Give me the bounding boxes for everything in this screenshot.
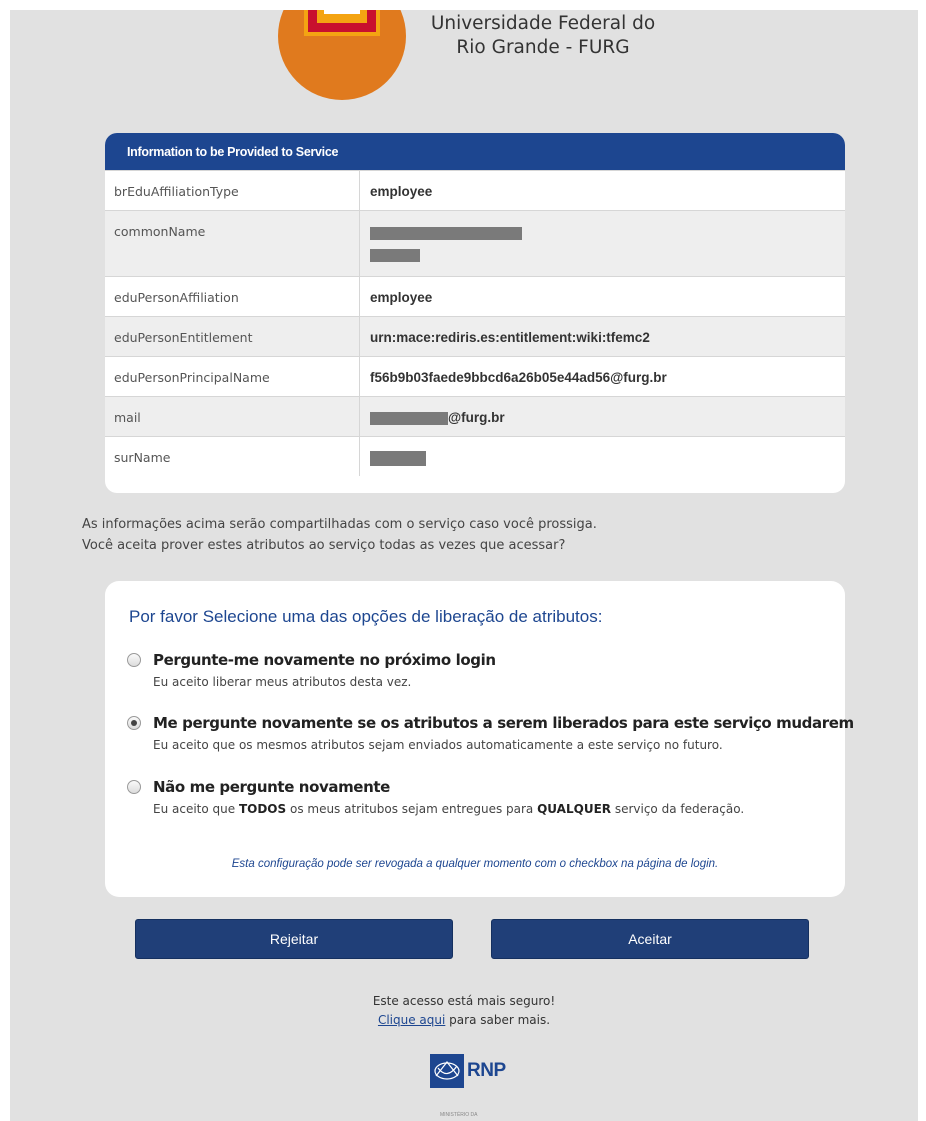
reject-button[interactable]: Rejeitar	[135, 919, 453, 959]
redaction-bar	[370, 411, 448, 425]
university-name-line1: Universidade Federal do	[430, 13, 656, 34]
footer: Este acesso está mais seguro! Clique aqu…	[10, 992, 918, 1030]
option-label[interactable]: Não me pergunte novamente	[153, 778, 390, 796]
attribute-name: eduPersonPrincipalName	[105, 357, 360, 396]
attribute-table-title: Information to be Provided to Service	[105, 133, 845, 170]
attribute-name: commonName	[105, 211, 360, 276]
revoke-note: Esta configuração pode ser revogada a qu…	[231, 858, 719, 870]
consent-page: Universidade Federal do Rio Grande - FUR…	[10, 10, 918, 1121]
option-label[interactable]: Me pergunte novamente se os atributos a …	[153, 714, 854, 732]
attribute-value: f56b9b03faede9bbcd6a26b05e44ad56@furg.br	[370, 370, 667, 385]
radio-button[interactable]	[127, 653, 141, 667]
table-row: mail @furg.br	[105, 396, 845, 436]
university-name: Universidade Federal do Rio Grande - FUR…	[406, 12, 680, 60]
mail-domain: @furg.br	[448, 410, 505, 425]
table-row: eduPersonAffiliation employee	[105, 276, 845, 316]
options-title: Por favor Selecione uma das opções de li…	[129, 607, 603, 626]
option-description: Eu aceito que os mesmos atributos sejam …	[153, 738, 723, 752]
rnp-emblem-icon	[430, 1054, 464, 1088]
learn-more-link[interactable]: Clique aqui	[378, 1013, 445, 1027]
table-row: commonName	[105, 210, 845, 276]
redaction-bar	[370, 450, 426, 466]
attribute-value-redacted	[360, 437, 845, 476]
attribute-value: employee	[370, 184, 433, 199]
table-row: eduPersonEntitlement urn:mace:rediris.es…	[105, 316, 845, 356]
learn-more-line: Clique aqui para saber mais.	[377, 1013, 551, 1027]
attribute-value: employee	[370, 290, 433, 305]
attribute-name: surName	[105, 437, 360, 476]
info-line-2: Você aceita prover estes atributos ao se…	[82, 538, 566, 553]
university-name-line2: Rio Grande - FURG	[456, 37, 630, 58]
ministry-text: MINISTÉRIO DA	[440, 1112, 478, 1118]
accept-button[interactable]: Aceitar	[491, 919, 809, 959]
table-row: brEduAffiliationType employee	[105, 170, 845, 210]
option-description: Eu aceito liberar meus atributos desta v…	[153, 675, 412, 689]
info-text: As informações acima serão compartilhada…	[82, 514, 597, 556]
rnp-logo: RNP	[430, 1054, 506, 1088]
furg-logo	[278, 10, 406, 100]
attribute-value: @furg.br	[360, 397, 845, 436]
info-line-1: As informações acima serão compartilhada…	[82, 517, 597, 532]
attribute-name: eduPersonAffiliation	[105, 277, 360, 316]
attribute-value: urn:mace:rediris.es:entitlement:wiki:tfe…	[370, 330, 650, 345]
attribute-value-redacted	[360, 211, 845, 276]
radio-button-selected[interactable]	[127, 716, 141, 730]
redaction-bar	[370, 249, 420, 262]
release-options-panel: Por favor Selecione uma das opções de li…	[105, 581, 854, 897]
option-label[interactable]: Pergunte-me novamente no próximo login	[153, 651, 496, 669]
table-row: eduPersonPrincipalName f56b9b03faede9bbc…	[105, 356, 845, 396]
option-description: Eu aceito que TODOS os meus atritubos se…	[153, 802, 745, 816]
secure-text: Este acesso está mais seguro!	[372, 994, 556, 1008]
table-row: surName	[105, 436, 845, 476]
radio-button[interactable]	[127, 780, 141, 794]
attribute-table: Information to be Provided to Service br…	[105, 133, 845, 493]
rnp-text: RNP	[467, 1060, 506, 1081]
attribute-name: brEduAffiliationType	[105, 171, 360, 210]
attribute-name: eduPersonEntitlement	[105, 317, 360, 356]
attribute-name: mail	[105, 397, 360, 436]
redaction-bar	[370, 226, 522, 240]
